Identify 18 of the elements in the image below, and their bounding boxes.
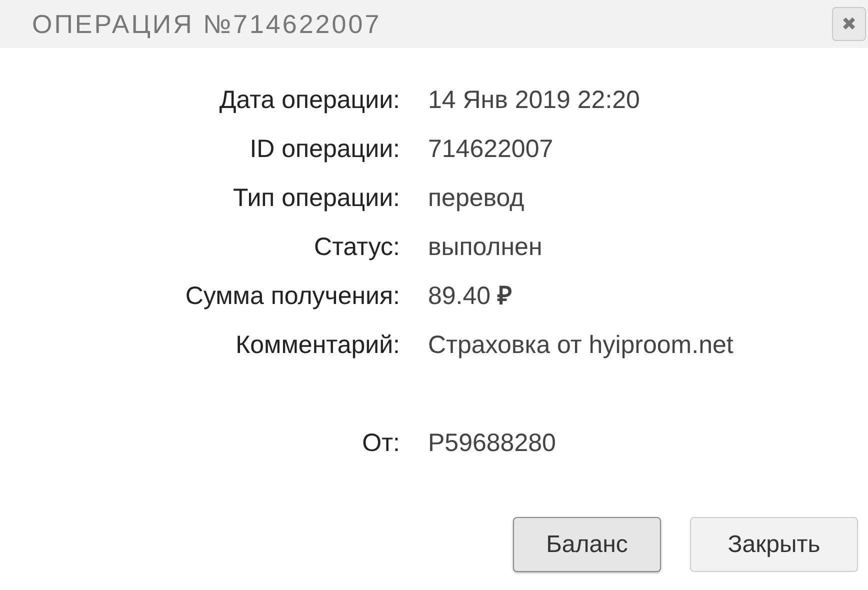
field-value: перевод [428, 183, 526, 214]
field-label: ID операции: [248, 134, 400, 165]
close-button[interactable]: ✖ [832, 7, 866, 41]
field-label: От: [361, 428, 400, 459]
field-label: Сумма получения: [184, 281, 400, 312]
field-value: P59688280 [428, 428, 557, 459]
field-value: Страховка от hyiproom.net [428, 330, 734, 361]
field-label: Комментарий: [234, 330, 400, 361]
field-value: 89.40 ₽ [428, 281, 514, 312]
dialog-button[interactable]: Баланс [513, 517, 661, 572]
field-value: 714622007 [428, 134, 554, 165]
dialog-button[interactable]: Закрыть [690, 517, 858, 572]
field-label: Дата операции: [218, 85, 400, 116]
field-label: Тип операции: [232, 183, 400, 214]
field-value: 14 Янв 2019 22:20 [428, 85, 641, 116]
field-label: Статус: [313, 232, 400, 263]
dialog-title: ОПЕРАЦИЯ №714622007 [32, 8, 382, 40]
field-value: выполнен [428, 232, 544, 263]
